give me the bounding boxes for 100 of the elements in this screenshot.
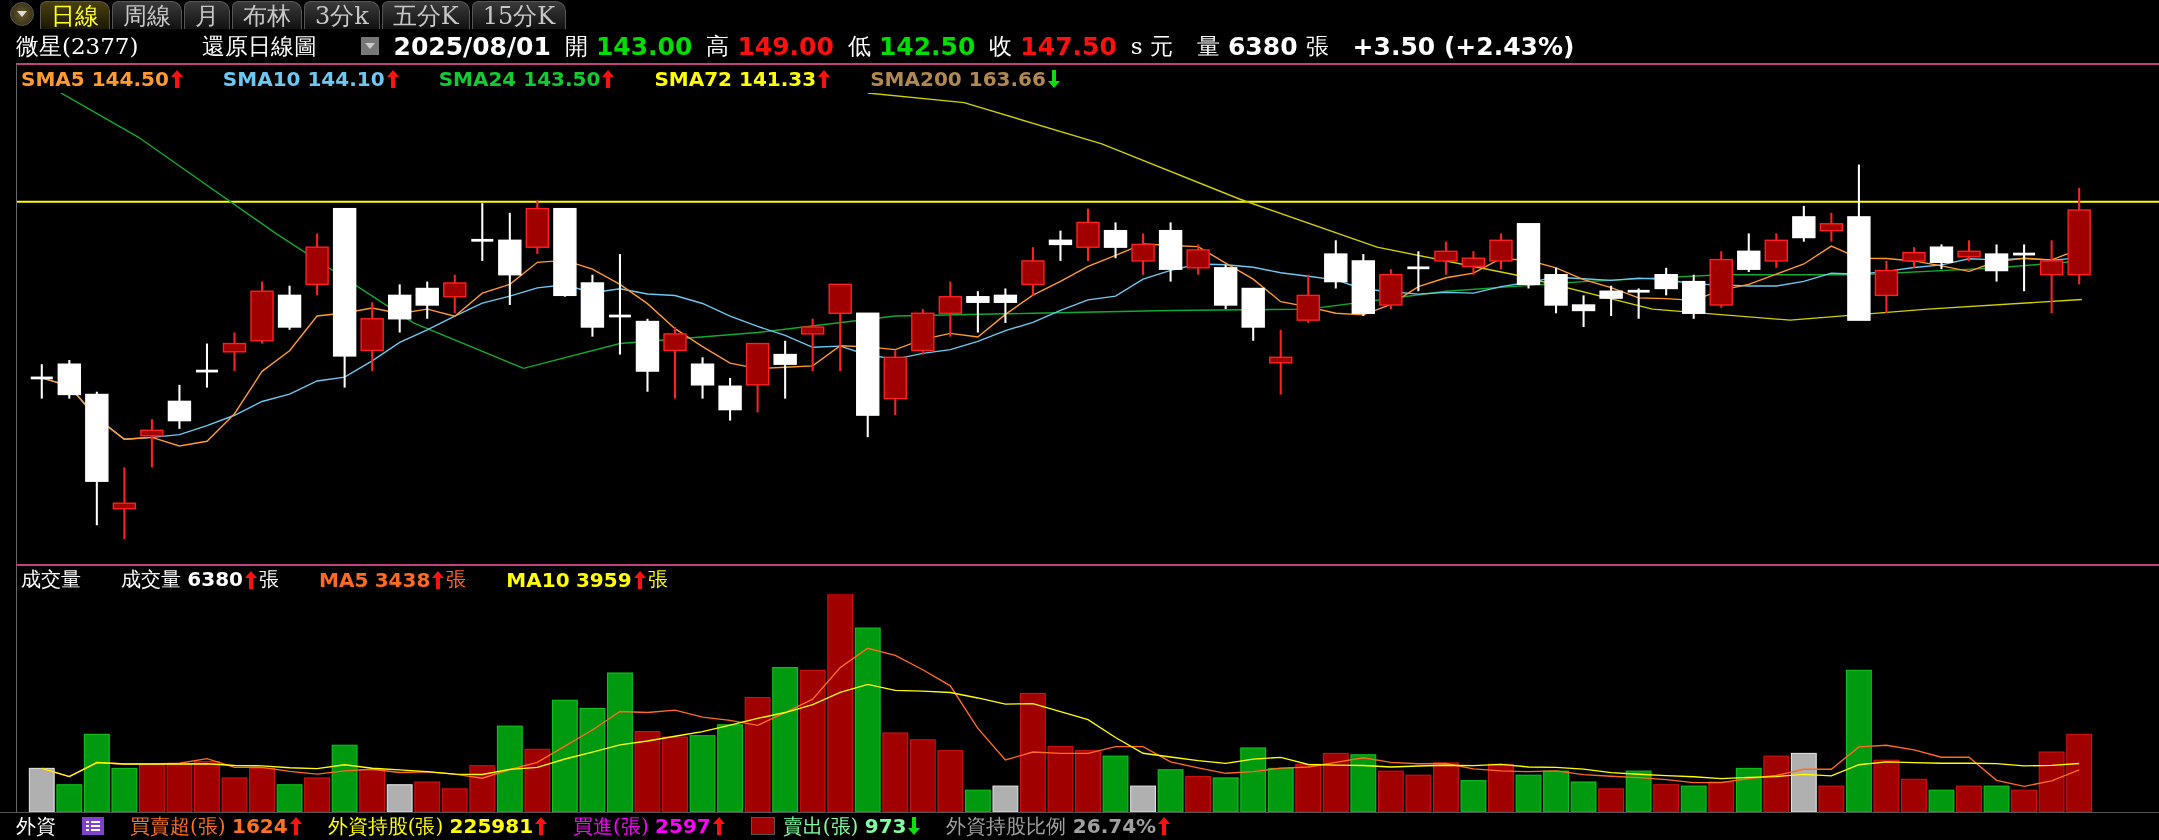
volume-unit: 張 xyxy=(1305,31,1329,61)
stock-name: 微星(2377) xyxy=(16,31,139,61)
chart-tab[interactable]: 布林 xyxy=(232,1,302,30)
chart-type-label: 還原日線圖 xyxy=(202,31,318,61)
candlestick xyxy=(745,342,770,413)
volume-legend: 成交量 6380 xyxy=(121,566,244,594)
candlestick xyxy=(1984,244,2009,282)
volume-bar xyxy=(1295,763,1322,812)
candlestick xyxy=(1131,233,1155,275)
volume-bar xyxy=(1322,752,1349,812)
volume-bar xyxy=(414,781,441,812)
volume-legend: MA10 3959 xyxy=(506,567,632,592)
quote-date: 2025/08/01 xyxy=(393,31,551,61)
sma-legend: SMA24 143.50 xyxy=(438,66,601,91)
candlestick xyxy=(1434,241,1458,275)
candlestick xyxy=(1627,288,1650,319)
candlestick xyxy=(222,332,247,371)
candlestick xyxy=(580,274,605,337)
candlestick xyxy=(690,357,715,399)
quote-label: 高 xyxy=(706,31,730,61)
sma-legend: SMA200 163.66 xyxy=(870,66,1046,91)
candlestick xyxy=(1874,260,1899,313)
candlestick xyxy=(773,340,797,399)
chart-tab[interactable]: 日線 xyxy=(40,1,110,30)
candlestick xyxy=(195,343,218,388)
candlestick xyxy=(1296,274,1320,323)
unit-label: 張 xyxy=(259,566,280,594)
candlestick xyxy=(167,384,192,429)
quote-label: 收 xyxy=(989,31,1013,61)
volume-bar xyxy=(1377,770,1404,812)
candlestick xyxy=(388,284,412,333)
volume-bar xyxy=(138,763,165,812)
price-change: +3.50 (+2.43%) xyxy=(1352,31,1575,61)
quote-value: 147.50 xyxy=(1020,31,1117,61)
volume-bar xyxy=(1570,781,1597,812)
volume-bar xyxy=(1680,785,1707,812)
quote-label: 開 xyxy=(564,31,588,61)
candlestick xyxy=(800,318,825,371)
candlestick xyxy=(1819,212,1844,242)
candlestick xyxy=(1929,244,1954,269)
candlestick xyxy=(1351,253,1375,316)
chart-tab[interactable]: 月 xyxy=(184,1,230,30)
currency-unit: s 元 xyxy=(1130,31,1173,61)
candlestick xyxy=(57,359,81,399)
candlestick xyxy=(360,302,384,371)
panel-title: 成交量 xyxy=(21,566,81,594)
candlestick xyxy=(1792,205,1816,242)
candlestick xyxy=(305,233,329,296)
list-icon[interactable] xyxy=(82,817,104,836)
chart-tab[interactable]: 五分K xyxy=(381,1,470,30)
panel-title: 外資 xyxy=(16,812,56,840)
chart-tab[interactable]: 周線 xyxy=(112,1,182,30)
candlestick xyxy=(993,288,1018,323)
menu-dropdown-button[interactable] xyxy=(10,2,34,27)
candlestick xyxy=(1186,244,1210,275)
candlestick xyxy=(1021,246,1045,296)
quote-value: 142.50 xyxy=(878,31,976,61)
candlestick xyxy=(140,419,164,468)
sma-legend: SMA72 141.33 xyxy=(654,66,817,91)
candlestick xyxy=(911,308,935,355)
candlestick xyxy=(1158,222,1183,282)
foreign-stat: 買賣超(張) 1624 xyxy=(130,812,288,840)
chart-tab[interactable]: 3分k xyxy=(304,1,380,30)
candlestick xyxy=(1902,246,1926,268)
foreign-stat: 外資持股比例 26.74% xyxy=(946,812,1157,840)
candlestick xyxy=(718,377,742,421)
sma-legend: SMA5 144.50 xyxy=(21,66,169,91)
volume-bar xyxy=(1350,753,1377,812)
caret-icon xyxy=(17,11,27,18)
volume-label: 量 xyxy=(1196,31,1220,61)
candlestick xyxy=(112,467,137,539)
candlestick xyxy=(30,363,53,399)
candlestick xyxy=(525,200,550,254)
caret-icon xyxy=(365,43,376,50)
dropdown-button[interactable] xyxy=(361,37,380,56)
volume-bar xyxy=(1763,755,1790,812)
candlestick xyxy=(1379,268,1403,309)
candlestick xyxy=(1544,267,1568,313)
volume-bar xyxy=(1185,775,1212,812)
volume-bar xyxy=(1983,785,2010,812)
quote-value: 149.00 xyxy=(737,31,834,61)
foreign-stat: 外資持股(張) 225981 xyxy=(327,812,534,840)
candlestick xyxy=(1682,274,1706,319)
foreign-stat: 買進(張) 2597 xyxy=(573,812,711,840)
candlestick xyxy=(1213,264,1238,309)
volume-bar xyxy=(1956,785,1982,812)
candlestick xyxy=(1076,208,1100,261)
candlestick xyxy=(1489,233,1513,269)
candlestick xyxy=(1324,240,1348,289)
chart-tab[interactable]: 15分K xyxy=(471,1,567,30)
candlestick xyxy=(471,202,494,261)
candlestick xyxy=(1709,251,1733,308)
volume-bar xyxy=(1075,749,1101,812)
candlestick xyxy=(1241,287,1265,341)
candlestick xyxy=(443,274,467,313)
volume-bar xyxy=(166,763,193,812)
candlestick xyxy=(1103,222,1128,258)
candlestick xyxy=(1737,233,1761,272)
candlestick xyxy=(1571,295,1596,327)
candlestick xyxy=(1599,285,1623,316)
